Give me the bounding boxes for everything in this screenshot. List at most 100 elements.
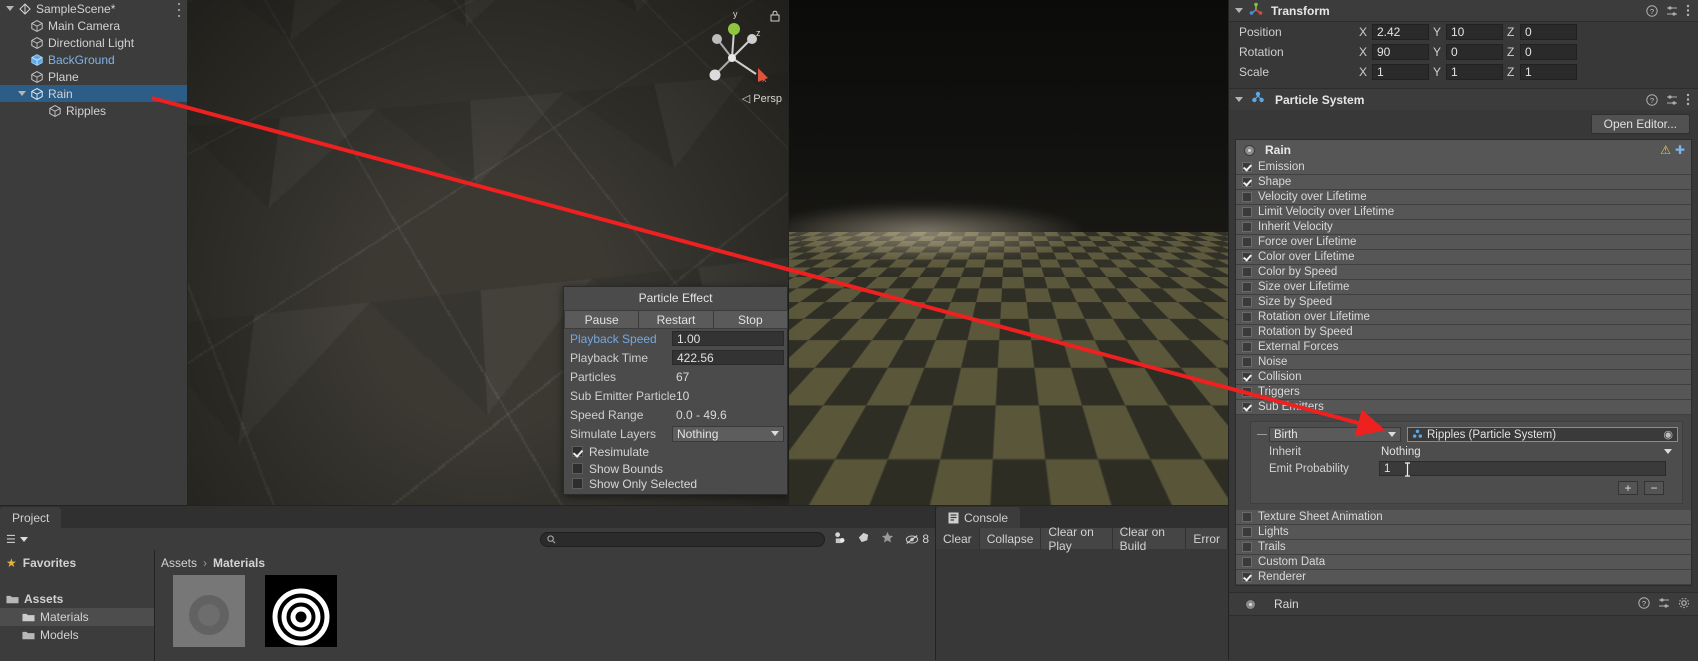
emit-probability-field[interactable]: 1 [1379, 461, 1666, 477]
hierarchy-menu-icon[interactable] [177, 3, 181, 17]
asset-thumbnail-ripple[interactable] [265, 575, 337, 647]
project-tree-materials[interactable]: Materials [0, 608, 154, 626]
module-checkbox[interactable] [1242, 252, 1252, 262]
scene-vis-icon[interactable] [833, 531, 846, 547]
clear-on-play-button[interactable]: Clear on Play [1041, 525, 1113, 553]
star-icon[interactable] [881, 531, 894, 547]
show-bounds-checkbox[interactable] [572, 463, 583, 474]
module-row-rotation-by-speed[interactable]: Rotation by Speed [1236, 325, 1691, 340]
module-row-velocity-over-lifetime[interactable]: Velocity over Lifetime [1236, 190, 1691, 205]
tab-console[interactable]: Console [936, 507, 1021, 528]
stop-button[interactable]: Stop [712, 310, 788, 329]
restart-button[interactable]: Restart [638, 310, 714, 329]
module-checkbox[interactable] [1242, 542, 1252, 552]
module-checkbox[interactable] [1242, 297, 1252, 307]
module-checkbox[interactable] [1242, 162, 1252, 172]
module-row-renderer[interactable]: Renderer [1236, 570, 1691, 585]
help-icon[interactable]: ? [1638, 597, 1650, 612]
module-row-texture-sheet-animation[interactable]: Texture Sheet Animation [1236, 510, 1691, 525]
module-checkbox[interactable] [1242, 192, 1252, 202]
sub-emitter-type-dropdown[interactable]: Birth [1269, 427, 1401, 442]
scene-projection-label[interactable]: ◁ Persp [742, 92, 782, 105]
module-checkbox[interactable] [1242, 237, 1252, 247]
module-checkbox[interactable] [1242, 402, 1252, 412]
module-checkbox[interactable] [1242, 282, 1252, 292]
module-row-color-over-lifetime[interactable]: Color over Lifetime [1236, 250, 1691, 265]
playback-time-field[interactable]: 422.56 [672, 350, 784, 365]
emitter-name-row[interactable]: Rain ⚠ ✚ [1236, 140, 1691, 160]
particle-effect-panel[interactable]: Particle Effect Pause Restart Stop Playb… [563, 286, 788, 495]
module-row-noise[interactable]: Noise [1236, 355, 1691, 370]
clear-button[interactable]: Clear [936, 528, 980, 549]
tab-project[interactable]: Project [0, 507, 62, 528]
module-row-sub-emitters[interactable]: Sub Emitters [1236, 400, 1691, 415]
project-favorites-row[interactable]: ★ Favorites [0, 554, 154, 572]
module-checkbox[interactable] [1242, 327, 1252, 337]
module-row-size-by-speed[interactable]: Size by Speed [1236, 295, 1691, 310]
inherit-value[interactable]: Nothing [1373, 446, 1664, 458]
particle-system-component-header[interactable]: Particle System ? [1229, 88, 1698, 110]
show-only-selected-row[interactable]: Show Only Selected [564, 477, 787, 494]
module-row-inherit-velocity[interactable]: Inherit Velocity [1236, 220, 1691, 235]
module-row-triggers[interactable]: Triggers [1236, 385, 1691, 400]
playback-speed-field[interactable]: 1.00 [672, 331, 784, 346]
help-icon[interactable]: ? [1646, 4, 1658, 20]
module-row-rotation-over-lifetime[interactable]: Rotation over Lifetime [1236, 310, 1691, 325]
hierarchy-item-samplescene[interactable]: SampleScene* [0, 0, 187, 17]
module-checkbox[interactable] [1242, 557, 1252, 567]
scale-x-field[interactable]: 1 [1372, 64, 1429, 80]
module-row-custom-data[interactable]: Custom Data [1236, 555, 1691, 570]
project-search-input[interactable] [540, 532, 825, 547]
hierarchy-item-plane[interactable]: Plane [0, 68, 187, 85]
module-checkbox[interactable] [1242, 267, 1252, 277]
module-checkbox[interactable] [1242, 387, 1252, 397]
module-row-shape[interactable]: Shape [1236, 175, 1691, 190]
drag-handle-icon[interactable] [1255, 434, 1269, 435]
hierarchy-item-background[interactable]: BackGround [0, 51, 187, 68]
module-checkbox[interactable] [1242, 207, 1252, 217]
preset-icon[interactable] [1666, 94, 1678, 109]
scene-orientation-gizmo[interactable]: y z x [702, 6, 774, 102]
breadcrumb-materials[interactable]: Materials [213, 556, 265, 570]
module-row-size-over-lifetime[interactable]: Size over Lifetime [1236, 280, 1691, 295]
project-tree-assets[interactable]: Assets [0, 590, 154, 608]
module-checkbox[interactable] [1242, 312, 1252, 322]
module-row-external-forces[interactable]: External Forces [1236, 340, 1691, 355]
preset-icon[interactable] [1666, 5, 1678, 20]
clear-on-build-button[interactable]: Clear on Build [1112, 525, 1187, 553]
pause-button[interactable]: Pause [564, 310, 640, 329]
module-checkbox[interactable] [1242, 372, 1252, 382]
module-checkbox[interactable] [1242, 342, 1252, 352]
position-x-field[interactable]: 2.42 [1372, 24, 1429, 40]
component-menu-icon[interactable] [1686, 93, 1690, 109]
game-view[interactable] [788, 0, 1228, 505]
module-row-lights[interactable]: Lights [1236, 525, 1691, 540]
error-pause-button[interactable]: Error [1186, 528, 1228, 549]
hierarchy-item-directional-light[interactable]: Directional Light [0, 34, 187, 51]
emitter-toggle-icon[interactable] [1244, 144, 1255, 156]
simulate-layers-dropdown[interactable]: Nothing [672, 425, 784, 442]
bottom-emitter-header[interactable]: Rain ? [1229, 592, 1698, 616]
component-menu-icon[interactable] [1686, 4, 1690, 20]
scale-z-field[interactable]: 1 [1520, 64, 1577, 80]
emitter-toggle-icon[interactable] [1245, 598, 1256, 610]
module-row-force-over-lifetime[interactable]: Force over Lifetime [1236, 235, 1691, 250]
module-checkbox[interactable] [1242, 357, 1252, 367]
resimulate-checkbox[interactable] [572, 446, 583, 457]
module-row-emission[interactable]: Emission [1236, 160, 1691, 175]
transform-component-header[interactable]: Transform ? [1229, 0, 1698, 22]
module-row-trails[interactable]: Trails [1236, 540, 1691, 555]
chevron-down-icon[interactable] [1235, 8, 1243, 13]
module-checkbox[interactable] [1242, 527, 1252, 537]
add-sub-emitter-button[interactable]: + [1618, 481, 1638, 495]
hierarchy-item-rain[interactable]: Rain [0, 85, 187, 102]
project-view-options[interactable]: ☰ [0, 533, 28, 546]
scale-y-field[interactable]: 1 [1446, 64, 1503, 80]
collapse-button[interactable]: Collapse [979, 528, 1042, 549]
position-z-field[interactable]: 0 [1520, 24, 1577, 40]
resimulate-row[interactable]: Resimulate [564, 443, 787, 460]
module-checkbox[interactable] [1242, 222, 1252, 232]
object-picker-icon[interactable]: ◉ [1663, 428, 1673, 441]
breadcrumb-assets[interactable]: Assets [161, 556, 197, 570]
show-only-selected-checkbox[interactable] [572, 478, 583, 489]
